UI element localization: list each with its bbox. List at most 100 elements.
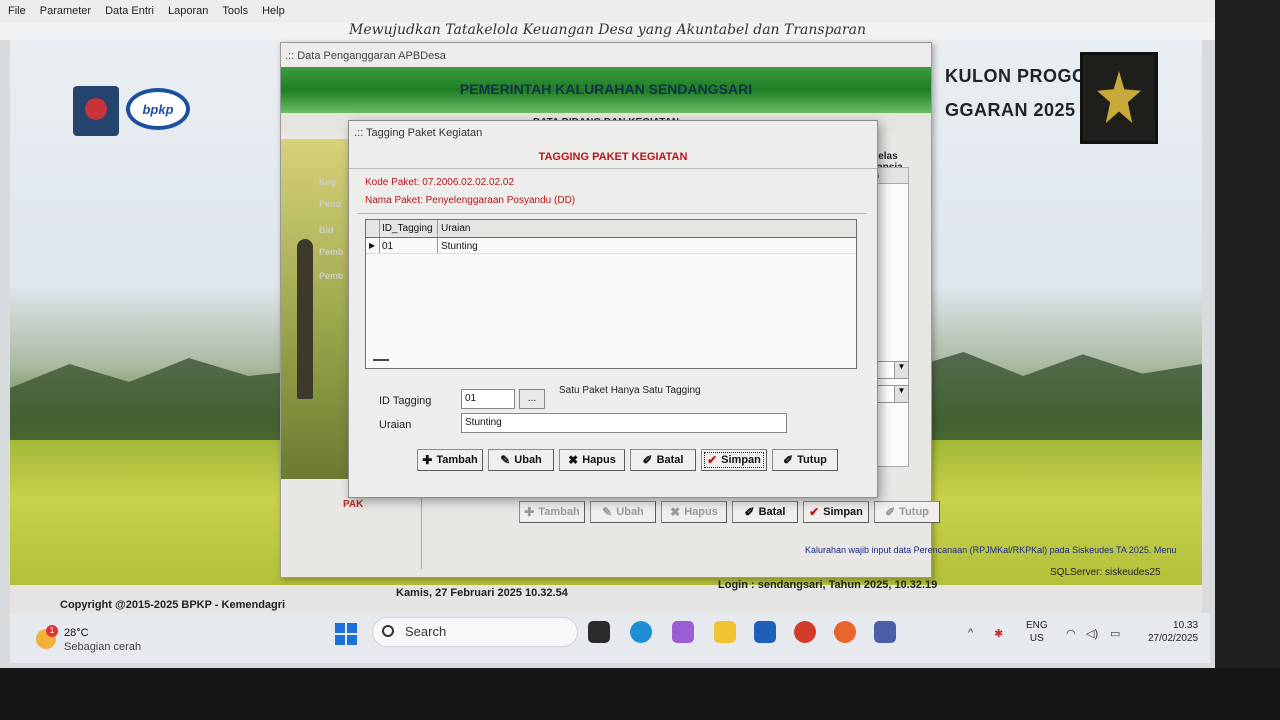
side-label-kegiatan: Keg — [319, 177, 337, 187]
menu-data-entri[interactable]: Data Entri — [105, 5, 154, 17]
apbdesa-button-bar: ✚ Tambah ✎ Ubah ✖ Hapus ✐ Batal ✔ Simpan ✐ Tut… — [519, 501, 940, 523]
simpan-button[interactable]: ✔ Simpan — [701, 449, 767, 471]
apb-simpan-button[interactable]: ✔ Simpan — [803, 501, 869, 523]
tambah-button[interactable]: ✚ Tambah — [417, 449, 483, 471]
close-pen-icon: ✐ — [885, 505, 896, 519]
siskeudes-app-icon[interactable] — [874, 621, 896, 643]
menu-tools[interactable]: Tools — [222, 5, 248, 17]
monitor-bezel-right — [1215, 0, 1280, 720]
undo-pen-icon: ✐ — [642, 453, 653, 467]
main-menubar: File Parameter Data Entri Laporan Tools … — [0, 0, 1215, 22]
tagging-dialog: .:: Tagging Paket Kegiatan TAGGING PAKET… — [348, 120, 878, 498]
windows-start-icon[interactable] — [335, 623, 357, 645]
menu-file[interactable]: File — [8, 5, 26, 17]
id-tagging-input[interactable]: 01 — [461, 389, 515, 409]
side-label-pembiayaan-1: Pemb — [319, 247, 344, 257]
kulon-progo-emblem — [1080, 52, 1158, 144]
weather-temperature[interactable]: 28°C — [64, 627, 89, 639]
menu-help[interactable]: Help — [262, 5, 285, 17]
tray-chevron-up-icon[interactable]: ^ — [968, 627, 973, 639]
apb-ubah-button[interactable]: ✎ Ubah — [590, 501, 656, 523]
monitor-bezel-bottom — [0, 668, 1280, 720]
farmer-side-image — [281, 139, 351, 479]
kemendagri-logo — [73, 86, 119, 136]
grid-footer-mark — [373, 359, 389, 361]
add-doc-icon: ✚ — [524, 505, 535, 519]
id-tagging-browse-button[interactable]: ... — [519, 389, 545, 409]
column-header-id-tagging[interactable]: ID_Tagging — [380, 220, 438, 237]
wps-office-icon[interactable] — [794, 621, 816, 643]
nama-paket-label: Nama Paket: Penyelenggaraan Posyandu (DD… — [365, 195, 576, 206]
firefox-icon[interactable] — [834, 621, 856, 643]
file-explorer-icon[interactable] — [714, 621, 736, 643]
delete-doc-icon: ✖ — [568, 453, 579, 467]
tagging-dialog-title[interactable]: .:: Tagging Paket Kegiatan — [349, 121, 877, 143]
weather-condition[interactable]: Sebagian cerah — [64, 641, 141, 653]
weather-badge: 1 — [46, 625, 58, 637]
menu-laporan[interactable]: Laporan — [168, 5, 208, 17]
uraian-input[interactable]: Stunting — [461, 413, 787, 433]
cell-uraian[interactable]: Stunting — [438, 238, 856, 253]
tagging-button-bar: ✚ Tambah ✎ Ubah ✖ Hapus ✐ Batal ✔ Simpan ✐ Tut… — [417, 449, 838, 471]
pak-label: PAK — [343, 499, 364, 510]
bpkp-logo: bpkp — [126, 88, 190, 130]
side-label-bidang: Bid — [319, 225, 334, 235]
search-icon — [382, 625, 394, 637]
apb-hapus-button[interactable]: ✖ Hapus — [661, 501, 727, 523]
system-clock[interactable]: 10.33 27/02/2025 — [1148, 619, 1198, 645]
battery-icon[interactable]: ▭ — [1110, 627, 1120, 640]
add-doc-icon: ✚ — [422, 453, 433, 467]
app-statusbar: Copyright @2015-2025 BPKP - Kemendagri K… — [10, 567, 1202, 613]
budget-year-title: GGARAN 2025 — [945, 100, 1076, 120]
side-label-pembiayaan-2: Pemb — [319, 271, 344, 281]
apb-tutup-button[interactable]: ✐ Tutup — [874, 501, 940, 523]
input-language[interactable]: ENG US — [1026, 619, 1048, 645]
chevron-down-icon[interactable]: ▼ — [894, 386, 908, 402]
chevron-down-icon[interactable]: ▼ — [894, 362, 908, 378]
row-selector-header — [366, 220, 380, 237]
status-sqlserver: SQLServer: siskeudes25 — [1050, 567, 1161, 578]
volume-icon[interactable]: ◁) — [1086, 627, 1098, 640]
word-icon[interactable] — [754, 621, 776, 643]
undo-pen-icon: ✐ — [744, 505, 755, 519]
ubah-button[interactable]: ✎ Ubah — [488, 449, 554, 471]
taskbar-search[interactable]: Search — [372, 617, 578, 647]
tagging-hint: Satu Paket Hanya Satu Tagging — [559, 385, 701, 396]
cell-id-tagging[interactable]: 01 — [380, 238, 438, 253]
side-label-pendapatan: Pend — [319, 199, 342, 209]
menu-parameter[interactable]: Parameter — [40, 5, 91, 17]
tutup-button[interactable]: ✐ Tutup — [772, 449, 838, 471]
tray-app-icon[interactable]: ✱ — [994, 627, 1003, 640]
apb-tambah-button[interactable]: ✚ Tambah — [519, 501, 585, 523]
checkmark-icon: ✔ — [707, 453, 718, 467]
copilot-icon[interactable] — [672, 621, 694, 643]
hapus-button[interactable]: ✖ Hapus — [559, 449, 625, 471]
region-title: KULON PROGO — [945, 66, 1087, 86]
windows-taskbar: 1 28°C Sebagian cerah Search ^ ✱ ENG US ◠… — [10, 613, 1210, 663]
screen: File Parameter Data Entri Laporan Tools … — [0, 0, 1215, 668]
row-pointer-icon: ▶ — [366, 238, 380, 253]
checkmark-icon: ✔ — [809, 505, 820, 519]
edit-doc-icon: ✎ — [500, 453, 511, 467]
close-pen-icon: ✐ — [783, 453, 794, 467]
divider — [357, 213, 867, 214]
table-row[interactable]: ▶ 01 Stunting — [366, 238, 856, 254]
delete-doc-icon: ✖ — [670, 505, 681, 519]
apbdesa-banner: PEMERINTAH KALURAHAN SENDANGSARI — [281, 67, 931, 113]
status-login: Login : sendangsari, Tahun 2025, 10.32.1… — [718, 579, 938, 591]
kode-paket-label: Kode Paket: 07.2006.02.02.02.02 — [365, 177, 515, 188]
tagging-grid-header: ID_Tagging Uraian — [366, 220, 856, 238]
status-datetime: Kamis, 27 Februari 2025 10.32.54 — [396, 587, 568, 599]
batal-button[interactable]: ✐ Batal — [630, 449, 696, 471]
tagging-heading: TAGGING PAKET KEGIATAN — [349, 143, 877, 169]
wifi-icon[interactable]: ◠ — [1066, 627, 1076, 640]
column-header-uraian[interactable]: Uraian — [438, 220, 856, 237]
task-view-icon[interactable] — [588, 621, 610, 643]
apb-batal-button[interactable]: ✐ Batal — [732, 501, 798, 523]
tagging-grid[interactable]: ID_Tagging Uraian ▶ 01 Stunting — [365, 219, 857, 369]
apbdesa-window-title[interactable]: .:: Data Penganggaran APBDesa — [281, 43, 931, 67]
uraian-label: Uraian — [379, 419, 412, 431]
edge-browser-icon[interactable] — [630, 621, 652, 643]
edit-doc-icon: ✎ — [602, 505, 613, 519]
marquee-notice: Kalurahan wajib input data Perencanaan (… — [805, 545, 1177, 555]
